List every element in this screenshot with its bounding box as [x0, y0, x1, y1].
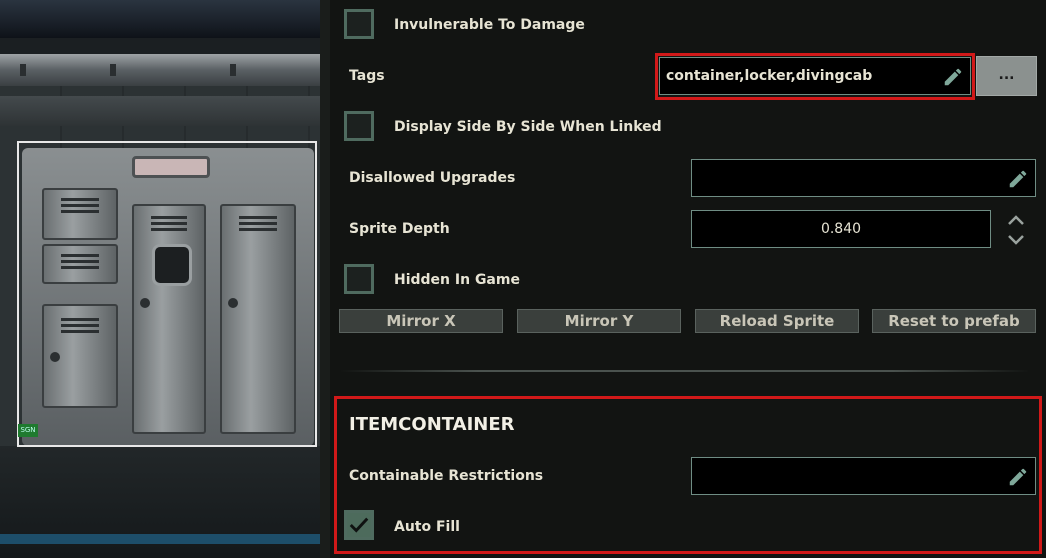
panel-edge — [320, 0, 330, 558]
section-divider — [340, 370, 1030, 372]
tags-label: Tags — [349, 68, 385, 84]
invulnerable-label: Invulnerable To Damage — [394, 17, 585, 33]
reset-prefab-button[interactable]: Reset to prefab — [872, 309, 1036, 333]
display-side-by-side-checkbox[interactable] — [344, 111, 374, 141]
floor — [0, 446, 320, 558]
itemcontainer-highlight-box — [334, 396, 1042, 554]
mirror-x-button[interactable]: Mirror X — [339, 309, 503, 333]
tags-more-button[interactable]: ... — [976, 56, 1037, 96]
disallowed-upgrades-field[interactable] — [691, 159, 1036, 197]
chevron-down-icon — [1008, 235, 1024, 245]
sprite-depth-label: Sprite Depth — [349, 221, 450, 237]
sprite-depth-field[interactable]: 0.840 — [691, 210, 991, 248]
pencil-icon[interactable] — [1007, 168, 1029, 190]
disallowed-upgrades-label: Disallowed Upgrades — [349, 170, 516, 186]
hidden-in-game-checkbox[interactable] — [344, 264, 374, 294]
selection-box — [17, 141, 317, 447]
reload-sprite-button[interactable]: Reload Sprite — [695, 309, 859, 333]
sprite-depth-value: 0.840 — [820, 221, 862, 237]
scene-gauge: SGN — [18, 424, 38, 437]
wall-rail — [0, 96, 320, 126]
mirror-y-button[interactable]: Mirror Y — [517, 309, 681, 333]
chevron-up-icon — [1008, 215, 1024, 225]
hidden-in-game-label: Hidden In Game — [394, 272, 520, 288]
invulnerable-checkbox[interactable] — [344, 9, 374, 39]
display-side-by-side-label: Display Side By Side When Linked — [394, 119, 662, 135]
scene-viewport[interactable]: SGN — [0, 0, 320, 558]
ceiling-beam — [0, 54, 320, 86]
tags-highlight-box — [655, 53, 975, 100]
ceiling-pipe — [0, 0, 320, 38]
sprite-depth-stepper[interactable] — [1002, 208, 1030, 252]
